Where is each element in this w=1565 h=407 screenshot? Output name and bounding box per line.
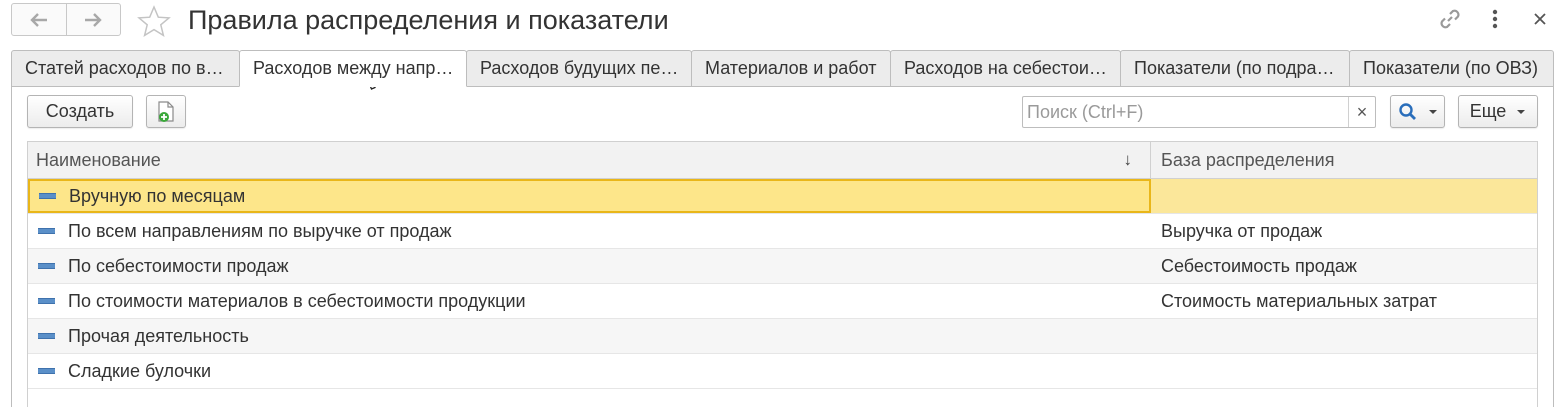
row-base: Выручка от продаж	[1161, 220, 1323, 241]
navigation-buttons	[11, 3, 121, 36]
table-row[interactable]: Прочая деятельность	[28, 319, 1537, 354]
row-base: Стоимость материальных затрат	[1161, 290, 1437, 311]
table-row[interactable]: Вручную по месяцам	[28, 179, 1537, 214]
column-header-name-label: Наименование	[36, 150, 161, 170]
row-name: Прочая деятельность	[68, 325, 249, 346]
tab-deferred-expenses[interactable]: Расходов будущих пе…	[466, 50, 692, 87]
dropdown-arrow-icon	[1517, 109, 1526, 114]
close-icon	[1534, 13, 1546, 25]
favorite-button[interactable]	[136, 4, 172, 38]
row-name: Сладкие булочки	[68, 360, 212, 381]
table-row[interactable]: По себестоимости продаж Себестоимость пр…	[28, 249, 1537, 284]
row-item-icon	[38, 228, 55, 234]
row-name: По стоимости материалов в себестоимости …	[68, 290, 526, 311]
row-item-icon	[38, 263, 55, 269]
back-button[interactable]	[12, 4, 66, 35]
tab-indicators-by-department[interactable]: Показатели (по подра…	[1120, 50, 1350, 87]
row-item-icon	[38, 333, 55, 339]
more-vert-icon	[1492, 9, 1498, 29]
search-field[interactable]: Поиск (Ctrl+F) ×	[1022, 96, 1376, 128]
page-title: Правила распределения и показатели	[188, 5, 669, 35]
star-icon	[137, 5, 171, 37]
back-arrow-icon	[30, 12, 47, 27]
tab-indicators-by-ovz[interactable]: Показатели (по ОВЗ)	[1349, 50, 1554, 87]
sort-down-icon: ↓	[1123, 150, 1133, 169]
rules-table: Наименование ↓ База распределения Вручну…	[27, 141, 1538, 407]
row-item-icon	[38, 298, 55, 304]
more-button-label: Еще	[1469, 101, 1507, 121]
table-header: Наименование ↓ База распределения	[28, 142, 1537, 179]
row-name: По всем направлениям по выручке от прода…	[68, 220, 452, 241]
column-header-name[interactable]: Наименование ↓	[28, 142, 1151, 178]
tab-expenses-between-directions[interactable]: Расходов между напр…	[239, 50, 467, 87]
more-actions-button[interactable]	[1481, 6, 1509, 32]
tab-cost-expenses[interactable]: Расходов на себестои…	[890, 50, 1121, 87]
tab-materials-and-works[interactable]: Материалов и работ	[691, 50, 891, 87]
link-button[interactable]	[1436, 6, 1464, 32]
search-icon	[1398, 102, 1416, 120]
search-input[interactable]: Поиск (Ctrl+F)	[1023, 97, 1348, 127]
close-button[interactable]	[1526, 6, 1554, 32]
dropdown-arrow-icon	[1428, 109, 1437, 114]
row-item-icon	[39, 193, 56, 199]
table-row[interactable]: По стоимости материалов в себестоимости …	[28, 284, 1537, 319]
row-base: Себестоимость продаж	[1161, 255, 1357, 276]
more-button[interactable]: Еще	[1458, 95, 1538, 128]
row-name: По себестоимости продаж	[68, 255, 289, 276]
link-icon	[1440, 9, 1460, 29]
add-document-icon	[158, 100, 174, 122]
tab-expense-items[interactable]: Статей расходов по в…	[11, 50, 240, 87]
table-row[interactable]: Сладкие булочки	[28, 354, 1537, 389]
search-clear-button[interactable]: ×	[1348, 97, 1375, 127]
add-document-button[interactable]	[146, 95, 186, 128]
column-header-base[interactable]: База распределения	[1151, 142, 1537, 178]
row-item-icon	[38, 368, 55, 374]
search-button[interactable]	[1390, 95, 1445, 128]
tab-bar: Статей расходов по в… Расходов между нап…	[11, 50, 1554, 87]
forward-arrow-icon	[85, 12, 102, 27]
forward-button[interactable]	[65, 4, 121, 35]
table-row[interactable]: По всем направлениям по выручке от прода…	[28, 214, 1537, 249]
row-name: Вручную по месяцам	[69, 185, 246, 206]
create-button[interactable]: Создать	[27, 95, 133, 128]
